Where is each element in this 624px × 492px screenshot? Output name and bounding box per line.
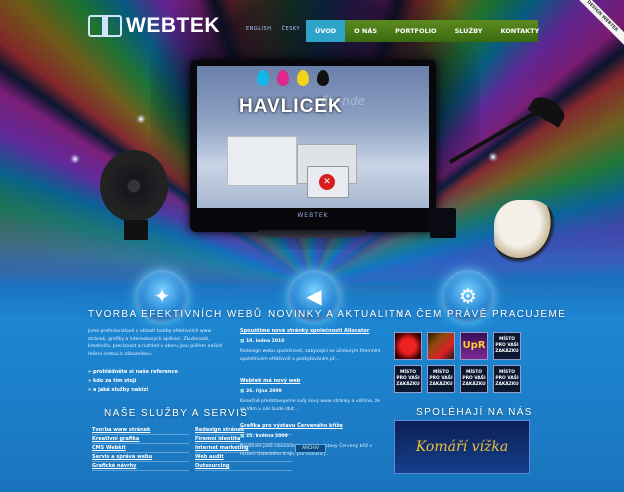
- nav-uvod[interactable]: ÚVOD: [306, 20, 346, 42]
- link-references[interactable]: prohlédněte si naše reference: [88, 368, 178, 377]
- archive-button[interactable]: ARCHIV: [295, 444, 326, 453]
- news-title[interactable]: Webtek má nový web: [240, 378, 382, 386]
- news-date: 26. října 2009: [240, 388, 382, 396]
- news-title[interactable]: Spouštíme nové stránky společnosti Alloc…: [240, 328, 382, 336]
- section-title-working: NA ČEM PRÁVĚ PRACUJEME: [396, 309, 567, 320]
- fan-image: [100, 150, 168, 222]
- news-date: 25. května 2009: [240, 433, 382, 441]
- portfolio-thumb[interactable]: [427, 332, 455, 360]
- placeholder-cell[interactable]: MÍSTO PRO VAŠI ZAKÁZKU: [493, 332, 521, 360]
- news-item: Spouštíme nové stránky společnosti Alloc…: [240, 328, 382, 363]
- dog-image: [494, 200, 556, 264]
- tools-icon: ✕: [319, 174, 335, 190]
- service-item[interactable]: CMS Webkit: [92, 444, 189, 453]
- monitor-stand: [258, 230, 366, 238]
- nav-o-nas[interactable]: O NÁS: [345, 20, 386, 42]
- mug-image: [430, 208, 456, 238]
- monitor-screen: HAVLICEK ďily-nde ✕: [197, 66, 429, 208]
- service-item[interactable]: Servis a správa webu: [92, 453, 189, 462]
- section-title-services: NAŠE SLUŽBY A SERVIS: [104, 408, 249, 419]
- sparkle: [136, 114, 146, 124]
- logo-icon: [88, 15, 122, 37]
- portfolio-grid: UpR MÍSTO PRO VAŠI ZAKÁZKU MÍSTO PRO VAŠ…: [394, 332, 521, 393]
- nav-sluzby[interactable]: SLUŽBY: [446, 20, 492, 42]
- logo-text: WEBTEK: [126, 14, 220, 37]
- intro-text: Jsme profesionálové v oblasti tvorby efe…: [88, 329, 223, 357]
- service-item[interactable]: Kreativní grafika: [92, 435, 189, 444]
- link-about[interactable]: kdo za tím stojí: [88, 377, 178, 386]
- link-services[interactable]: a jaké služby nabízí: [88, 386, 178, 395]
- lang-english[interactable]: ENGLISH: [246, 26, 271, 32]
- placeholder-cell[interactable]: MÍSTO PRO VAŠI ZAKÁZKU: [394, 365, 422, 393]
- fan-base: [124, 220, 148, 240]
- placeholder-cell[interactable]: MÍSTO PRO VAŠI ZAKÁZKU: [460, 365, 488, 393]
- news-title[interactable]: Grafika pro výstavu Červeného kříže: [240, 423, 382, 431]
- service-item[interactable]: Tvorba www stránek: [92, 426, 189, 435]
- monitor-brand: WEBTEK: [297, 212, 329, 219]
- portfolio-thumb[interactable]: [394, 332, 422, 360]
- yellow-drop: [297, 70, 309, 86]
- service-item[interactable]: Grafické návrhy: [92, 462, 189, 471]
- sparkle: [70, 154, 80, 164]
- screen-watermark: ďily-nde: [317, 94, 365, 108]
- cyan-drop: [257, 70, 269, 86]
- magenta-drop: [277, 70, 289, 86]
- news-text: Konečně představujeme svůj nový www strá…: [240, 399, 381, 412]
- news-text: Redesign webu společnosti, zabývající se…: [240, 349, 381, 362]
- portfolio-thumb-upr[interactable]: UpR: [460, 332, 488, 360]
- lang-czech[interactable]: ČESKY: [282, 26, 300, 32]
- placeholder-cell[interactable]: MÍSTO PRO VAŠI ZAKÁZKU: [493, 365, 521, 393]
- section-title-news: NOVINKY A AKTUALITY: [268, 309, 405, 320]
- logo[interactable]: WEBTEK: [88, 14, 220, 38]
- ribbon-label: DESIGN WEBTEK: [576, 0, 624, 48]
- intro-links: prohlédněte si naše reference kdo za tím…: [88, 368, 178, 395]
- service-item[interactable]: Outsourcing: [195, 462, 292, 471]
- section-title-efekt: TVORBA EFEKTIVNÍCH WEBŮ: [88, 309, 263, 320]
- sparkle: [488, 152, 498, 162]
- section-title-partners: SPOLÉHAJÍ NA NÁS: [416, 407, 533, 418]
- black-drop: [317, 70, 329, 86]
- partner-banner[interactable]: Komáří vížka: [394, 420, 530, 474]
- ink-drops: [257, 70, 329, 86]
- placeholder-cell[interactable]: MÍSTO PRO VAŠI ZAKÁZKU: [427, 365, 455, 393]
- corner-ribbon[interactable]: DESIGN WEBTEK: [576, 0, 624, 48]
- news-date: 19. ledna 2010: [240, 338, 382, 346]
- news-item: Grafika pro výstavu Červeného kříže 25. …: [240, 423, 382, 458]
- news-item: Webtek má nový web 26. října 2009 Konečn…: [240, 378, 382, 413]
- nav-kontakty[interactable]: KONTAKTY: [491, 20, 548, 42]
- nav-portfolio[interactable]: PORTFOLIO: [386, 20, 446, 42]
- monitor: HAVLICEK ďily-nde ✕ WEBTEK: [190, 60, 436, 232]
- printer-image: [227, 136, 297, 186]
- language-switch: ENGLISH ČESKY: [246, 26, 308, 32]
- main-nav: ÚVOD O NÁS PORTFOLIO SLUŽBY KONTAKTY: [306, 20, 539, 42]
